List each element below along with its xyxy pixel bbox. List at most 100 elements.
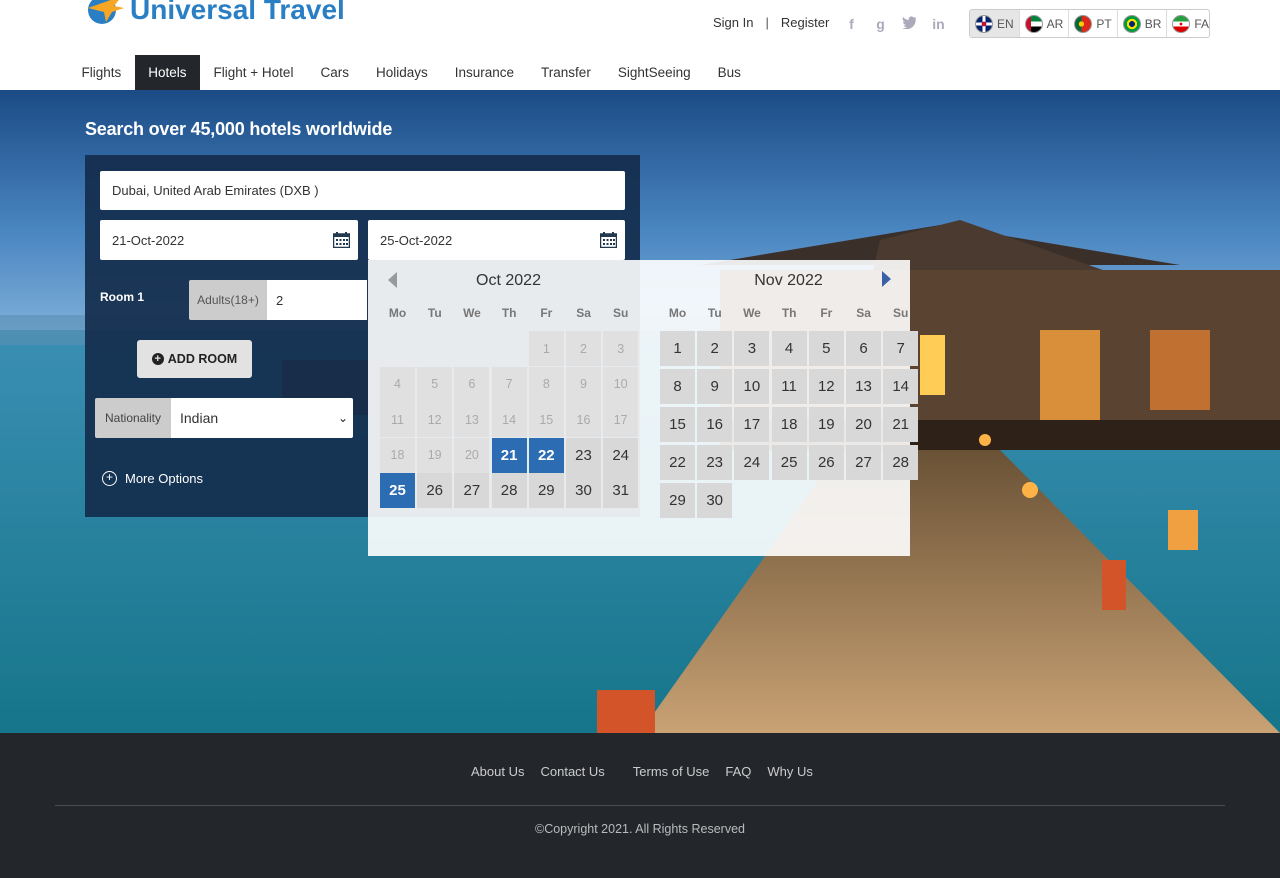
calendar-day[interactable]: 17 bbox=[734, 407, 770, 442]
calendar-day[interactable]: 11 bbox=[771, 369, 807, 404]
calendar-day: 16 bbox=[566, 402, 601, 437]
auth-separator: | bbox=[765, 15, 769, 30]
lang-ar[interactable]: AR bbox=[1020, 10, 1070, 37]
lang-fa[interactable]: FA bbox=[1167, 10, 1209, 37]
calendar-day[interactable]: 30 bbox=[566, 473, 601, 508]
calendar-day[interactable]: 29 bbox=[660, 483, 695, 518]
calendar-day[interactable]: 3 bbox=[734, 331, 770, 366]
footer-link-why[interactable]: Why Us bbox=[767, 764, 813, 779]
twitter-icon[interactable] bbox=[902, 15, 917, 33]
footer-link-about[interactable]: About Us bbox=[471, 764, 524, 779]
calendar-day[interactable]: 26 bbox=[417, 473, 453, 508]
calendar-day[interactable]: 12 bbox=[808, 369, 844, 404]
sign-in-link[interactable]: Sign In bbox=[713, 15, 753, 30]
calendar-day[interactable]: 28 bbox=[883, 445, 919, 480]
weekday-label: Fr bbox=[820, 306, 833, 320]
nav-cars[interactable]: Cars bbox=[307, 55, 363, 90]
nav-flights[interactable]: Flights bbox=[68, 55, 135, 90]
add-room-label: ADD ROOM bbox=[167, 352, 238, 366]
calendar-day[interactable]: 18 bbox=[771, 407, 807, 442]
logo[interactable]: Universal Travel bbox=[84, 0, 345, 24]
calendar-day[interactable]: 23 bbox=[566, 437, 601, 473]
calendar-day: 3 bbox=[603, 331, 639, 366]
calendar-day[interactable]: 25 bbox=[771, 445, 807, 480]
calendar-day[interactable]: 6 bbox=[846, 331, 881, 366]
calendar-day[interactable]: 2 bbox=[697, 331, 733, 366]
calendar-day: 8 bbox=[528, 366, 564, 402]
nav-transfer[interactable]: Transfer bbox=[528, 55, 605, 90]
nav-insurance[interactable]: Insurance bbox=[441, 55, 527, 90]
weekday-label: We bbox=[463, 306, 481, 320]
lang-pt-label: PT bbox=[1096, 16, 1112, 31]
calendar-day[interactable]: 31 bbox=[603, 473, 639, 508]
calendar-day[interactable]: 20 bbox=[846, 407, 881, 442]
calendar-day[interactable]: 25 bbox=[380, 473, 415, 508]
calendar-day[interactable]: 30 bbox=[697, 483, 733, 518]
more-options-toggle[interactable]: + More Options bbox=[102, 471, 203, 486]
destination-input[interactable]: Dubai, United Arab Emirates (DXB ) bbox=[100, 171, 625, 210]
date-range-picker: Oct 2022 Nov 2022 Mo Tu We Th Fr Sa Su M… bbox=[368, 260, 919, 556]
calendar-day[interactable]: 27 bbox=[846, 445, 881, 480]
calendar-day[interactable]: 27 bbox=[454, 473, 490, 508]
calendar-day[interactable]: 4 bbox=[771, 331, 807, 366]
weekday-label: Mo bbox=[388, 306, 407, 320]
calendar-day: 18 bbox=[380, 437, 415, 473]
footer-link-contact[interactable]: Contact Us bbox=[540, 764, 604, 779]
calendar-day[interactable]: 10 bbox=[734, 369, 770, 404]
footer-link-terms[interactable]: Terms of Use bbox=[633, 764, 710, 779]
lang-en[interactable]: EN bbox=[970, 10, 1020, 37]
calendar-day[interactable]: 14 bbox=[883, 369, 919, 404]
facebook-icon[interactable]: f bbox=[844, 15, 859, 33]
calendar-day[interactable]: 21 bbox=[491, 437, 527, 473]
footer: About Us Contact Us Terms of Use FAQ Why… bbox=[0, 733, 1280, 878]
nav-hotels[interactable]: Hotels bbox=[134, 55, 201, 90]
calendar-day[interactable]: 16 bbox=[697, 407, 733, 442]
adults-input[interactable]: 2 bbox=[267, 280, 367, 320]
calendar-day[interactable]: 13 bbox=[846, 369, 881, 404]
calendar-day[interactable]: 1 bbox=[660, 331, 695, 366]
calendar-day[interactable]: 8 bbox=[660, 369, 695, 404]
calendar-day[interactable]: 24 bbox=[603, 437, 639, 473]
calendar-day[interactable]: 19 bbox=[808, 407, 844, 442]
calendar-icon[interactable] bbox=[600, 232, 617, 248]
calendar-day[interactable]: 23 bbox=[697, 445, 733, 480]
lang-pt[interactable]: PT bbox=[1069, 10, 1118, 37]
checkout-date-value: 25-Oct-2022 bbox=[380, 232, 453, 248]
hero-title: Search over 45,000 hotels worldwide bbox=[85, 119, 393, 139]
footer-link-faq[interactable]: FAQ bbox=[725, 764, 751, 779]
calendar-day[interactable]: 26 bbox=[808, 445, 844, 480]
calendar-day[interactable]: 22 bbox=[660, 445, 695, 480]
lang-br-label: BR bbox=[1144, 16, 1162, 31]
nav-flight-hotel[interactable]: Flight + Hotel bbox=[200, 55, 307, 90]
footer-links: About Us Contact Us Terms of Use FAQ Why… bbox=[471, 764, 829, 779]
calendar-day[interactable]: 5 bbox=[808, 331, 844, 366]
calendar-icon[interactable] bbox=[333, 232, 350, 248]
weekday-label: Su bbox=[893, 306, 909, 320]
checkout-date-input[interactable]: 25-Oct-2022 bbox=[368, 220, 625, 260]
lang-br[interactable]: BR bbox=[1118, 10, 1168, 37]
calendar-day[interactable]: 9 bbox=[697, 369, 733, 404]
calendar-day[interactable]: 15 bbox=[660, 407, 695, 442]
calendar-day[interactable]: 22 bbox=[528, 437, 564, 473]
calendar-day[interactable]: 29 bbox=[528, 473, 564, 508]
calendar-day[interactable]: 24 bbox=[734, 445, 770, 480]
chevron-down-icon: ⌄ bbox=[337, 411, 348, 425]
nationality-select[interactable]: Indian ⌄ bbox=[171, 398, 353, 438]
social-links: f g in bbox=[844, 15, 946, 33]
calendar-day[interactable]: 7 bbox=[883, 331, 919, 366]
register-link[interactable]: Register bbox=[781, 15, 829, 30]
google-icon[interactable]: g bbox=[873, 15, 888, 33]
nav-sightseeing[interactable]: SightSeeing bbox=[604, 55, 704, 90]
calendar-day[interactable]: 21 bbox=[883, 407, 919, 442]
nav-holidays[interactable]: Holidays bbox=[362, 55, 441, 90]
nav-bus[interactable]: Bus bbox=[704, 55, 754, 90]
checkin-date-input[interactable]: 21-Oct-2022 bbox=[100, 220, 358, 260]
calendar-day[interactable]: 28 bbox=[491, 473, 527, 508]
calendar-day: 9 bbox=[566, 366, 601, 402]
adults-label: Adults(18+) bbox=[189, 280, 267, 320]
uae-flag-icon bbox=[1024, 14, 1043, 33]
lang-ar-label: AR bbox=[1046, 16, 1064, 31]
add-room-button[interactable]: + ADD ROOM bbox=[137, 340, 252, 378]
linkedin-icon[interactable]: in bbox=[931, 15, 946, 33]
weekday-label: Mo bbox=[668, 306, 687, 320]
